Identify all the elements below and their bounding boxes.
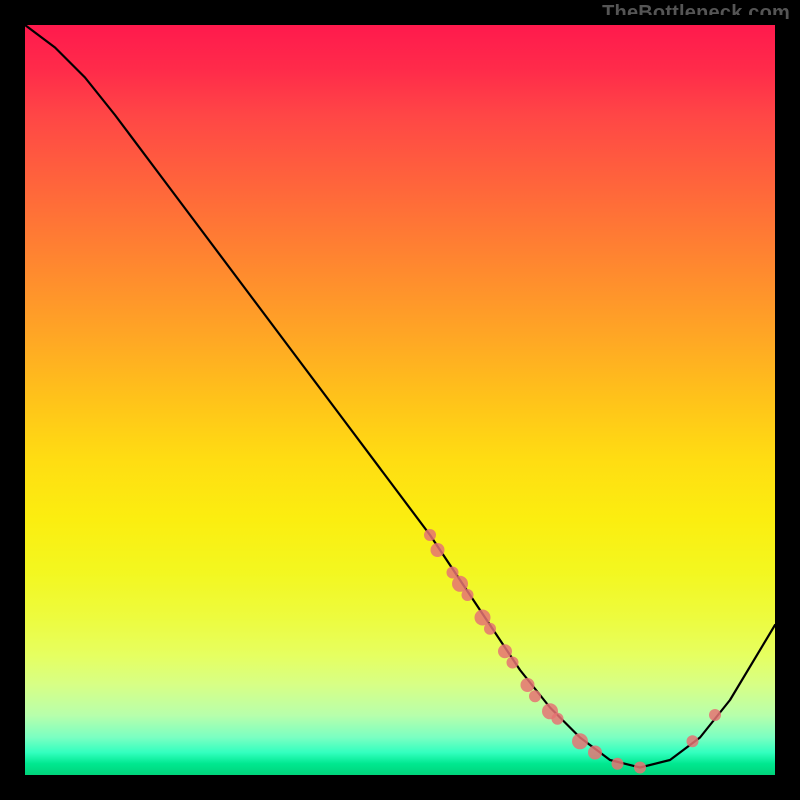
- scatter-point: [498, 644, 512, 658]
- chart-svg: [25, 25, 775, 775]
- scatter-point: [462, 589, 474, 601]
- bottleneck-curve-line: [25, 25, 775, 768]
- chart-plot-area: [25, 25, 775, 775]
- scatter-point: [552, 713, 564, 725]
- scatter-points-group: [424, 529, 721, 774]
- scatter-point: [612, 758, 624, 770]
- scatter-point: [484, 623, 496, 635]
- scatter-point: [424, 529, 436, 541]
- scatter-point: [475, 610, 491, 626]
- scatter-point: [431, 543, 445, 557]
- scatter-point: [588, 746, 602, 760]
- scatter-point: [687, 735, 699, 747]
- scatter-point: [709, 709, 721, 721]
- scatter-point: [572, 733, 588, 749]
- scatter-point: [507, 657, 519, 669]
- scatter-point: [529, 690, 541, 702]
- scatter-point: [521, 678, 535, 692]
- scatter-point: [634, 762, 646, 774]
